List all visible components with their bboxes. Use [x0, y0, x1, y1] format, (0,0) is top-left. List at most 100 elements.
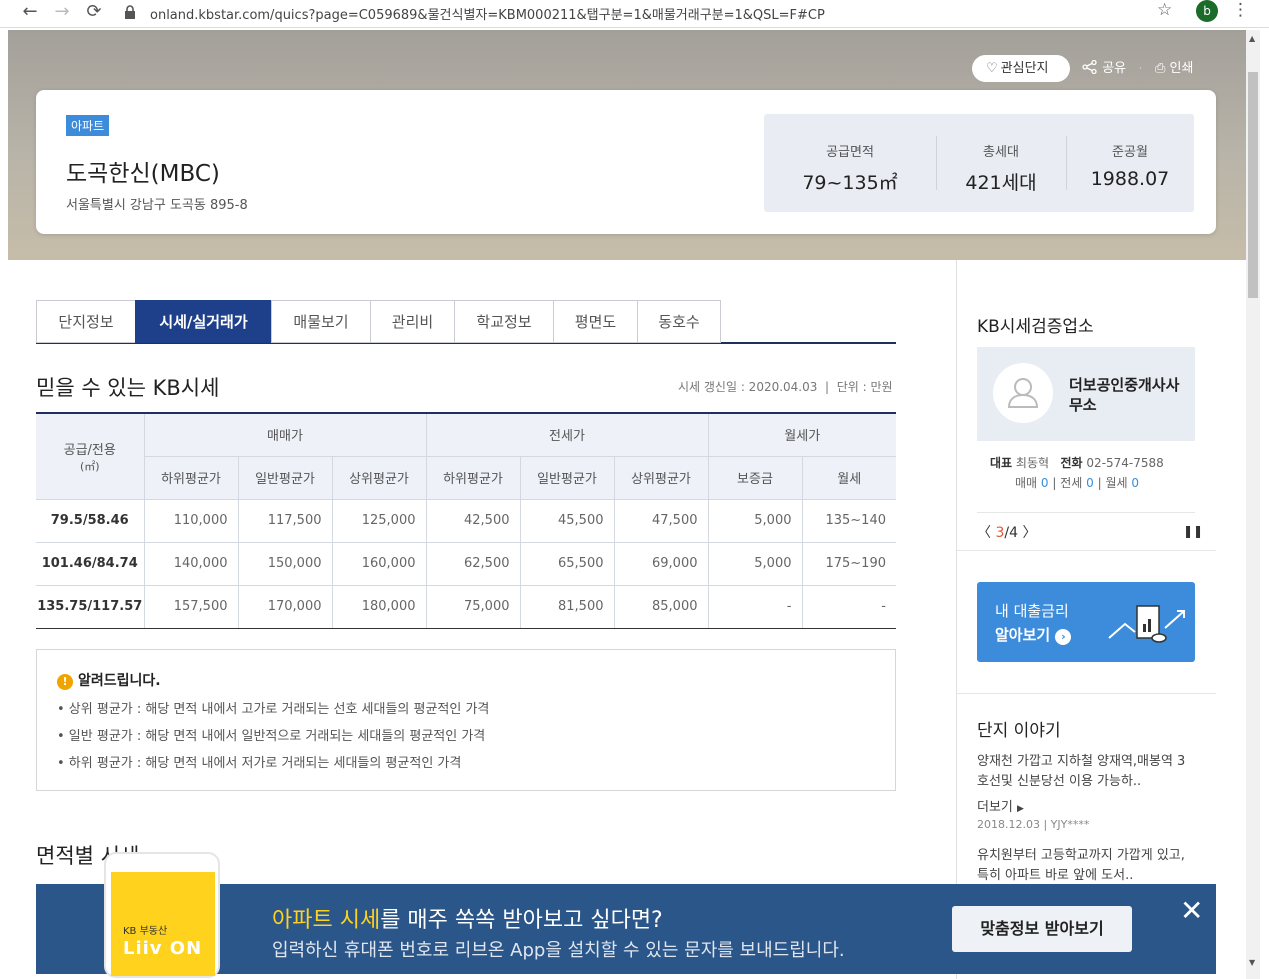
more-label: 더보기	[977, 800, 1013, 815]
promo-headline-rest: 를 매주 쏙쏙 받아보고 싶다면?	[380, 908, 663, 933]
print-label: 인쇄	[1169, 61, 1194, 76]
agent-name: 더보공인중개사사무소	[1069, 376, 1180, 414]
stat-value: 79~135㎡	[802, 172, 898, 194]
subcol-header: 상위평균가	[613, 456, 709, 500]
liiv-on-logo: Liiv ON	[123, 938, 203, 959]
loan-chart-icon	[1108, 605, 1185, 643]
price-cell: 175~190	[801, 542, 896, 586]
story-item[interactable]: 유치원부터 고등학교까지 가깝게 있고, 특히 아파트 바로 앞에 도서..	[977, 846, 1191, 886]
tab-floorplan[interactable]: 평면도	[553, 300, 637, 343]
stat-value: 1988.07	[1090, 168, 1170, 190]
favorite-label: 관심단지	[1000, 61, 1049, 76]
rep-name: 최동혁	[1015, 456, 1050, 470]
apartment-address: 서울특별시 강남구 도곡동 895-8	[66, 198, 248, 213]
loan-line1: 내 대출금리	[995, 602, 1069, 620]
group-monthly-header: 월세가	[707, 412, 896, 457]
scrollbar-thumb[interactable]	[1248, 72, 1258, 298]
lock-icon	[125, 5, 135, 19]
price-cell: 170,000	[237, 585, 332, 629]
browser-menu-icon[interactable]: ⋮	[1232, 0, 1249, 20]
agent-card[interactable]: 더보공인중개사사무소	[977, 347, 1195, 441]
price-cell: 62,500	[425, 542, 520, 586]
get-info-button[interactable]: 맞춤정보 받아보기	[952, 906, 1132, 952]
area-cell: 79.5/58.46	[36, 499, 144, 543]
phone-label: 전화	[1060, 456, 1083, 470]
tab-listings[interactable]: 매물보기	[271, 300, 370, 343]
back-arrow-icon[interactable]: ←	[18, 0, 42, 24]
monthly-count: 0	[1131, 476, 1140, 490]
print-button[interactable]: ⎙ 인쇄	[1155, 55, 1193, 82]
tab-school[interactable]: 학교정보	[454, 300, 553, 343]
price-cell: 180,000	[331, 585, 426, 629]
scroll-up-icon[interactable]: ▲	[1249, 34, 1255, 43]
table-row: 101.46/84.74 140,000 150,000 160,000 62,…	[36, 542, 896, 586]
agent-phone[interactable]: 02-574-7588	[1086, 456, 1163, 470]
stat-households: 총세대 421세대	[936, 114, 1066, 212]
agent-contact: 대표 최동혁 전화 02-574-7588	[990, 454, 1164, 471]
price-section-title: 믿을 수 있는 KB시세	[36, 376, 220, 400]
price-cell: 150,000	[237, 542, 332, 586]
tab-complex-info[interactable]: 단지정보	[36, 300, 135, 343]
price-unit: 단위 : 만원	[836, 380, 893, 394]
price-table: 공급/전용 (㎡) 매매가 전세가 월세가 하위평균가 일반평균가 상위평균가 하…	[36, 412, 896, 629]
price-cell: 5,000	[707, 542, 802, 586]
sale-count: 0	[1040, 476, 1049, 490]
bookmark-star-icon[interactable]: ☆	[1157, 0, 1172, 20]
apartment-summary-card: 아파트 도곡한신(MBC) 서울특별시 강남구 도곡동 895-8 공급면적 79…	[36, 90, 1216, 234]
address-bar[interactable]: onland.kbstar.com/quics?page=C059689&물건식…	[150, 4, 825, 23]
update-date: 시세 갱신일 : 2020.04.03	[678, 380, 818, 394]
heart-icon: ♡	[986, 61, 998, 76]
tab-maintenance[interactable]: 관리비	[370, 300, 454, 343]
group-jeonse-header: 전세가	[425, 412, 709, 457]
next-arrow-icon[interactable]: 〉	[1022, 525, 1036, 541]
price-cell: -	[801, 585, 896, 629]
share-button[interactable]: 공유	[1082, 55, 1126, 82]
loan-rate-banner[interactable]: 내 대출금리 알아보기 ›	[977, 582, 1195, 662]
phone-illustration: KB 부동산 Liiv ON	[104, 852, 220, 978]
scroll-down-icon[interactable]: ▼	[1249, 958, 1255, 967]
more-link[interactable]: 더보기 ▶	[977, 796, 1024, 815]
sale-label: 매매	[1015, 476, 1038, 490]
story-item[interactable]: 양재천 가깝고 지하철 양재역,매봉역 3호선및 신분당선 이용 가능하..	[977, 752, 1191, 792]
price-cell: -	[707, 585, 802, 629]
table-row: 135.75/117.57 157,500 170,000 180,000 75…	[36, 585, 896, 629]
notice-line: • 상위 평균가 : 해당 면적 내에서 고가로 거래되는 선호 세대들의 평균…	[57, 702, 490, 717]
price-cell: 69,000	[613, 542, 708, 586]
person-icon	[1007, 378, 1039, 408]
stats-box: 공급면적 79~135㎡ 총세대 421세대 준공월 1988.07	[764, 114, 1194, 212]
notice-title: ! 알려드립니다.	[57, 670, 161, 690]
loan-line2: 알아보기 ›	[995, 624, 1072, 645]
stat-completion: 준공월 1988.07	[1066, 114, 1194, 212]
col-area-label: 공급/전용	[63, 442, 116, 458]
subcol-header: 일반평균가	[237, 456, 333, 500]
favorite-button[interactable]: ♡ 관심단지	[972, 55, 1070, 82]
reload-icon[interactable]: ⟳	[82, 0, 106, 24]
price-cell: 125,000	[331, 499, 426, 543]
price-cell: 160,000	[331, 542, 426, 586]
stat-value: 421세대	[965, 172, 1037, 194]
area-cell: 135.75/117.57	[36, 585, 144, 629]
agent-avatar	[993, 363, 1053, 423]
promo-highlight: 아파트 시세	[272, 908, 381, 933]
tab-price[interactable]: 시세/실거래가	[135, 300, 271, 343]
pause-icon[interactable]: ❚❚	[1183, 524, 1203, 538]
tab-units[interactable]: 동호수	[637, 300, 721, 343]
monthly-label: 월세	[1105, 476, 1128, 490]
area-cell: 101.46/84.74	[36, 542, 144, 586]
subcol-header: 하위평균가	[425, 456, 521, 500]
jeonse-count: 0	[1086, 476, 1094, 490]
stat-supply-area: 공급면적 79~135㎡	[764, 114, 936, 212]
subcol-header: 상위평균가	[331, 456, 427, 500]
notice-title-text: 알려드립니다.	[78, 673, 161, 689]
type-tag: 아파트	[66, 115, 110, 136]
price-cell: 157,500	[143, 585, 238, 629]
stat-label: 준공월	[1112, 145, 1148, 160]
price-meta: 시세 갱신일 : 2020.04.03 | 단위 : 만원	[678, 380, 893, 394]
promo-headline: 아파트 시세를 매주 쏙쏙 받아보고 싶다면?	[272, 902, 663, 934]
col-area-unit: (㎡)	[79, 459, 100, 473]
close-icon[interactable]: ✕	[1180, 894, 1203, 927]
profile-avatar[interactable]: b	[1196, 0, 1218, 22]
prev-arrow-icon[interactable]: 〈	[977, 525, 991, 541]
forward-arrow-icon[interactable]: →	[50, 0, 74, 24]
price-cell: 75,000	[425, 585, 520, 629]
